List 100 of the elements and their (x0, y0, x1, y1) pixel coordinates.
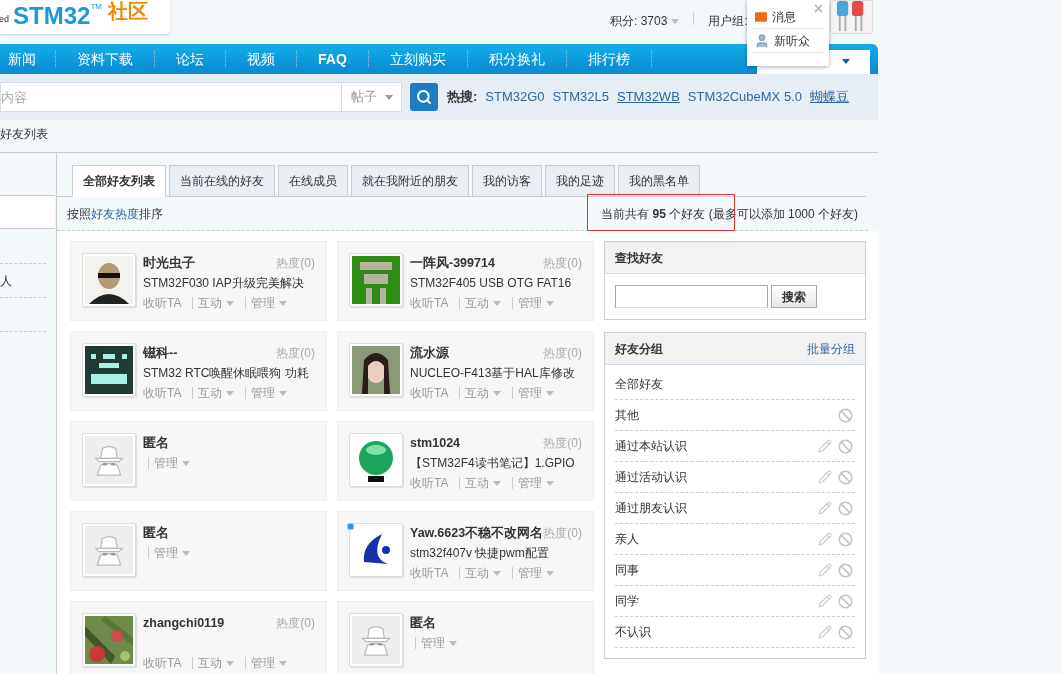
friend-name[interactable]: 时光虫子 (143, 253, 195, 273)
popup-item[interactable]: 新听众 (774, 31, 810, 50)
delete-icon[interactable] (838, 624, 853, 640)
hot-search-link[interactable]: 蝴蝶豆 (810, 87, 849, 107)
hot-search-link[interactable]: STM32CubeMX 5.0 (687, 87, 802, 107)
action-link[interactable]: 管理 (421, 633, 457, 653)
nav-item[interactable]: 排行榜 (566, 48, 651, 70)
tab[interactable]: 我的黑名单 (618, 165, 700, 197)
group-item[interactable]: 同学 (615, 592, 818, 610)
group-item[interactable]: 全部好友 (615, 375, 855, 393)
action-link[interactable]: 管理 (251, 383, 288, 403)
friend-name[interactable]: zhangchi0119 (143, 613, 225, 633)
action-link[interactable]: 收听TA (410, 383, 449, 403)
tab[interactable]: 我的访客 (472, 165, 542, 197)
hot-search-link[interactable]: STM32WB (616, 87, 680, 107)
action-link[interactable]: 收听TA (143, 293, 182, 313)
sidebar-item[interactable]: 人 (0, 271, 12, 290)
friend-signature: STM32F405 USB OTG FAT16 (410, 275, 573, 292)
edit-icon[interactable] (818, 625, 832, 639)
friend-name[interactable]: 匿名 (143, 433, 169, 453)
scope-select[interactable]: 帖子 (342, 82, 402, 112)
search-button[interactable] (410, 83, 438, 111)
nav-item[interactable]: 资料下载 (56, 48, 154, 70)
group-item[interactable]: 通过活动认识 (615, 468, 818, 486)
action-link[interactable]: 收听TA (143, 383, 182, 403)
action-link[interactable]: 互动 (198, 653, 235, 673)
tab[interactable]: 全部好友列表 (72, 165, 166, 197)
avatar-frame[interactable] (82, 613, 136, 667)
friend-name[interactable]: 镃科-- (143, 343, 178, 363)
tab[interactable]: 在线成员 (278, 165, 348, 197)
delete-icon[interactable] (838, 469, 853, 485)
action-link[interactable]: 管理 (154, 543, 190, 563)
action-link[interactable]: 互动 (198, 383, 235, 403)
nav-item[interactable]: 论坛 (155, 48, 225, 70)
delete-icon[interactable] (838, 500, 853, 516)
tab[interactable]: 我的足迹 (545, 165, 615, 197)
popup-item[interactable]: 消息 (772, 7, 796, 26)
friend-name[interactable]: Yaw.6623不稳不改网名 (410, 523, 544, 543)
action-link[interactable]: 管理 (518, 473, 555, 493)
batch-group-link[interactable]: 批量分组 (807, 339, 855, 358)
sidebar-item[interactable] (0, 195, 55, 229)
edit-icon[interactable] (818, 563, 832, 577)
action-link[interactable]: 互动 (198, 293, 235, 313)
tab[interactable]: 就在我附近的朋友 (351, 165, 469, 197)
hot-search-link[interactable]: STM32L5 (552, 87, 609, 107)
find-friend-field[interactable] (615, 285, 768, 308)
group-item[interactable]: 亲人 (615, 530, 818, 548)
action-link[interactable]: 互动 (465, 473, 502, 493)
action-link[interactable]: 收听TA (410, 473, 449, 493)
find-button[interactable]: 搜索 (771, 285, 817, 308)
sort-link[interactable]: 好友热度 (91, 206, 139, 221)
delete-icon[interactable] (838, 531, 853, 547)
group-item[interactable]: 同事 (615, 561, 818, 579)
friend-name[interactable]: stm1024 (410, 433, 461, 453)
delete-icon[interactable] (838, 562, 853, 578)
action-link[interactable]: 管理 (251, 653, 288, 673)
search-field[interactable]: 内容 (0, 82, 342, 112)
edit-icon[interactable] (818, 532, 832, 546)
action-link[interactable]: 管理 (518, 383, 555, 403)
action-link[interactable]: 管理 (518, 563, 555, 583)
group-item[interactable]: 不认识 (615, 623, 818, 641)
edit-icon[interactable] (818, 594, 832, 608)
tab[interactable]: 当前在线的好友 (169, 165, 275, 197)
action-link[interactable]: 管理 (154, 453, 190, 473)
nav-item[interactable]: FAQ (297, 48, 368, 70)
group-item[interactable]: 其他 (615, 406, 838, 424)
nav-item[interactable]: 立刻购买 (368, 48, 467, 70)
avatar-frame[interactable] (82, 253, 136, 307)
action-link[interactable]: 收听TA (143, 653, 182, 673)
delete-icon[interactable] (838, 407, 853, 423)
friend-name[interactable]: 匿名 (410, 613, 436, 633)
avatar-frame[interactable] (349, 433, 403, 487)
nav-item[interactable]: 视频 (226, 48, 296, 70)
action-link[interactable]: 收听TA (410, 293, 449, 313)
group-item[interactable]: 通过朋友认识 (615, 499, 818, 517)
avatar-frame[interactable] (349, 523, 403, 577)
heat-label: 热度(0) (543, 525, 582, 542)
group-item[interactable]: 通过本站认识 (615, 437, 818, 455)
edit-icon[interactable] (818, 501, 832, 515)
action-link[interactable]: 互动 (465, 293, 502, 313)
edit-icon[interactable] (818, 470, 832, 484)
avatar-frame[interactable] (82, 343, 136, 397)
action-link[interactable]: 管理 (518, 293, 555, 313)
action-link[interactable]: 互动 (465, 563, 502, 583)
person-icon (754, 32, 770, 49)
action-link[interactable]: 互动 (465, 383, 502, 403)
hot-search-link[interactable]: STM32G0 (485, 87, 545, 107)
avatar-frame[interactable] (349, 343, 403, 397)
points-menu[interactable]: 积分: 3703 (610, 12, 680, 30)
action-link[interactable]: 收听TA (410, 563, 449, 583)
friend-name[interactable]: 一阵风-399714 (410, 253, 495, 273)
action-link[interactable]: 管理 (251, 293, 288, 313)
nav-item[interactable]: 积分换礼 (467, 48, 566, 70)
nav-item[interactable]: 新闻 (0, 48, 55, 70)
breadcrumb[interactable]: 好友列表 (0, 125, 48, 143)
friend-name[interactable]: 匿名 (143, 523, 169, 543)
friend-name[interactable]: 流水源 (410, 343, 449, 363)
delete-icon[interactable] (838, 438, 853, 454)
delete-icon[interactable] (838, 593, 853, 609)
edit-icon[interactable] (818, 439, 832, 453)
